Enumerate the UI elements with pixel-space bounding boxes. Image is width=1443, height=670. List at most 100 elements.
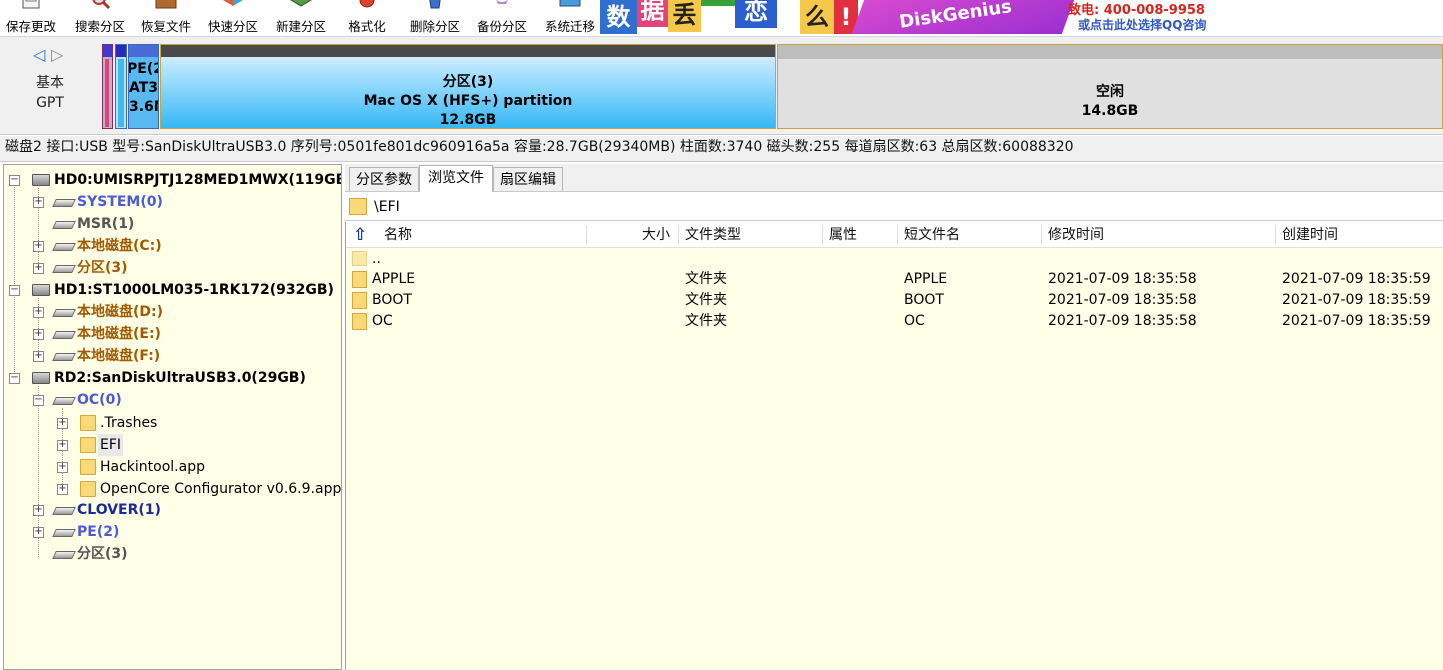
col-size[interactable]: 大小 — [642, 222, 670, 248]
path-bar[interactable]: \EFI — [345, 193, 1443, 221]
column-separator[interactable] — [897, 225, 898, 245]
pe-label-1: PE(2 — [128, 61, 158, 77]
folder-icon — [352, 292, 367, 309]
new-partition-button[interactable]: 新建分区 — [270, 0, 332, 37]
ad-qq-link[interactable]: 或点击此处选择QQ咨询 — [1078, 16, 1206, 33]
new-partition-label: 新建分区 — [275, 19, 326, 34]
folder-icon — [352, 251, 367, 266]
expand-icon[interactable]: + — [33, 351, 44, 362]
toolbar: 保存更改 搜索分区 恢复文件 快速分区 新建分区 格式化 删除分区 备份分区 系… — [0, 0, 1443, 37]
file-short-name: BOOT — [904, 292, 944, 308]
tree-label-msr: MSR(1) — [77, 216, 135, 232]
expand-icon[interactable]: + — [57, 462, 68, 473]
system-migration-button[interactable]: 系统迁移 — [540, 0, 600, 37]
tree-label-oc: OC(0) — [77, 392, 122, 408]
backup-icon — [488, 0, 516, 14]
ad-char-1: 数 — [600, 0, 637, 34]
view-tabs: 分区参数 浏览文件 扇区编辑 — [345, 164, 1443, 192]
file-row-parent[interactable]: .. — [346, 249, 1443, 270]
expand-icon[interactable]: + — [33, 263, 44, 274]
format-label: 格式化 — [348, 19, 386, 34]
expand-icon[interactable]: + — [33, 197, 44, 208]
tree-label-drive-f: 本地磁盘(F:) — [77, 348, 161, 364]
file-row-apple[interactable]: APPLE 文件夹 APPLE 2021-07-09 18:35:58 2021… — [346, 269, 1443, 290]
column-separator[interactable] — [1041, 225, 1042, 245]
col-created[interactable]: 创建时间 — [1282, 222, 1338, 248]
trash-icon — [421, 0, 449, 14]
format-button[interactable]: 格式化 — [340, 0, 394, 37]
monitor-icon — [556, 0, 584, 14]
prev-disk-icon[interactable]: ◁ — [33, 45, 45, 65]
collapse-icon[interactable]: − — [9, 285, 20, 296]
current-path: \EFI — [374, 199, 400, 215]
file-type: 文件夹 — [685, 271, 727, 287]
partition-icon — [52, 199, 76, 207]
folder-icon — [352, 271, 367, 288]
partition-pe-block[interactable]: PE(2 AT3 3.6M — [128, 44, 159, 129]
partition-icon — [52, 309, 76, 317]
quick-partition-button[interactable]: 快速分区 — [203, 0, 263, 37]
partition-3-size: 12.8GB — [439, 112, 497, 128]
expand-icon[interactable]: + — [33, 307, 44, 318]
free-space-block[interactable]: 空闲 14.8GB — [777, 44, 1443, 129]
disk-map: ◁ ▷ 基本 GPT PE(2 AT3 3.6M 分区(3) Mac OS X … — [0, 37, 1443, 135]
collapse-icon[interactable]: − — [9, 175, 20, 186]
partition-3-block[interactable]: 分区(3) Mac OS X (HFS+) partition 12.8GB — [160, 44, 776, 129]
up-level-icon[interactable]: ⇧ — [353, 222, 367, 248]
delete-partition-button[interactable]: 删除分区 — [405, 0, 465, 37]
expand-icon[interactable]: + — [33, 241, 44, 252]
backup-partition-button[interactable]: 备份分区 — [472, 0, 532, 37]
tab-partition-params[interactable]: 分区参数 — [349, 167, 419, 191]
file-created: 2021-07-09 18:35:59 — [1282, 292, 1431, 308]
recover-files-button[interactable]: 恢复文件 — [136, 0, 196, 37]
col-modified[interactable]: 修改时间 — [1048, 222, 1104, 248]
partition-icon — [52, 507, 76, 515]
col-type[interactable]: 文件类型 — [685, 222, 741, 248]
new-partition-icon — [287, 0, 315, 14]
column-separator[interactable] — [678, 225, 679, 245]
partition-oc-block[interactable] — [102, 44, 113, 129]
expand-icon[interactable]: + — [33, 527, 44, 538]
expand-icon[interactable]: + — [57, 418, 68, 429]
tree-label-clover: CLOVER(1) — [77, 502, 161, 518]
tab-browse-files[interactable]: 浏览文件 — [419, 165, 493, 192]
collapse-icon[interactable]: − — [9, 373, 20, 384]
expand-icon[interactable]: + — [57, 440, 68, 451]
format-icon — [353, 0, 381, 14]
ad-char-5: 么 — [800, 0, 834, 34]
file-created: 2021-07-09 18:35:59 — [1282, 271, 1431, 287]
file-row-boot[interactable]: BOOT 文件夹 BOOT 2021-07-09 18:35:58 2021-0… — [346, 290, 1443, 311]
column-separator[interactable] — [822, 225, 823, 245]
free-space-name: 空闲 — [1096, 84, 1124, 100]
disk-type-basic: 基本 — [36, 75, 64, 91]
expand-icon[interactable]: + — [33, 329, 44, 340]
col-attr[interactable]: 属性 — [829, 222, 857, 248]
partition-clover-block[interactable] — [115, 44, 127, 129]
file-short-name: APPLE — [904, 271, 948, 287]
oc-used-bar — [105, 59, 109, 127]
file-row-oc[interactable]: OC 文件夹 OC 2021-07-09 18:35:58 2021-07-09… — [346, 311, 1443, 332]
tree-label-trashes: .Trashes — [100, 415, 158, 431]
expand-icon[interactable]: + — [33, 505, 44, 516]
search-partition-button[interactable]: 搜索分区 — [70, 0, 130, 37]
ad-green-block — [701, 0, 735, 6]
collapse-icon[interactable]: − — [33, 395, 44, 406]
col-name[interactable]: 名称 — [384, 222, 412, 248]
file-name: APPLE — [372, 271, 416, 287]
expand-icon[interactable]: + — [57, 484, 68, 495]
ad-char-3: 丢 — [668, 0, 701, 32]
file-name: BOOT — [372, 292, 412, 308]
save-icon — [17, 0, 45, 14]
next-disk-icon[interactable]: ▷ — [51, 45, 63, 65]
col-short-name[interactable]: 短文件名 — [904, 222, 960, 248]
tab-sector-edit[interactable]: 扇区编辑 — [493, 167, 563, 191]
tree-label-opencore-configurator: OpenCore Configurator v0.6.9.app — [100, 481, 342, 497]
file-modified: 2021-07-09 18:35:58 — [1048, 292, 1197, 308]
column-separator[interactable] — [586, 225, 587, 245]
column-separator[interactable] — [1275, 225, 1276, 245]
quick-partition-label: 快速分区 — [207, 19, 258, 34]
save-changes-button[interactable]: 保存更改 — [0, 0, 62, 37]
box-icon — [152, 0, 180, 14]
partition-3-fs: Mac OS X (HFS+) partition — [363, 93, 573, 109]
tree-connector — [14, 185, 15, 380]
